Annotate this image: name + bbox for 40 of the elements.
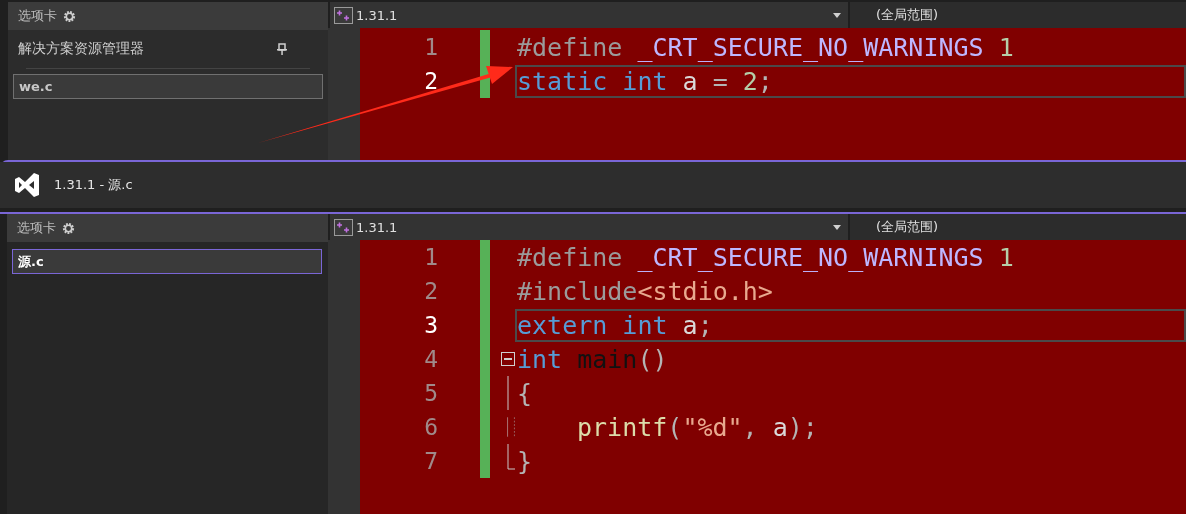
code-line: #define _CRT_SECURE_NO_WARNINGS 1 [517,242,1014,272]
caret-icon [833,224,841,230]
tool-tab[interactable]: 选项卡 [8,2,328,30]
code-line: static int a = 2; [517,66,773,96]
pin-icon[interactable] [277,43,287,55]
line-number: 2 [423,278,438,304]
line-number: 1 [423,244,438,270]
code-line: printf("%d", a); [576,412,818,442]
code-line: extern int a; [517,310,713,340]
line-number: 1 [423,34,438,60]
code-line: #define _CRT_SECURE_NO_WARNINGS 1 [517,32,1014,62]
panel-title: 解决方案资源管理器 [18,40,145,58]
caret-icon [833,12,841,18]
search-field[interactable]: we.c [13,74,323,99]
fold-end-line [507,444,515,470]
line-number: 7 [423,448,438,474]
project-dropdown[interactable]: 1.31.1 [330,2,848,28]
code-line: #include<stdio.h> [517,276,773,306]
project-icon [334,6,353,24]
scope-dropdown[interactable]: (全局范围) [850,2,1186,28]
settings-icon[interactable] [63,9,76,23]
tool-tab-label: 选项卡 [18,7,57,25]
collapse-icon[interactable] [501,352,515,366]
settings-icon[interactable] [62,221,75,235]
tool-tab[interactable]: 选项卡 [7,214,328,242]
tool-tab-label: 选项卡 [17,219,56,237]
app-logo-icon [14,173,40,197]
line-number: 5 [423,380,438,406]
window-title: 1.31.1 - 源.c [54,176,133,194]
project-icon [334,218,353,236]
line-number: 6 [423,414,438,440]
code-line: } [517,446,533,476]
search-field[interactable]: 源.c [12,249,322,274]
line-number: 4 [423,346,438,372]
code-line: { [517,378,533,408]
line-number: 2 [423,68,438,94]
project-dropdown[interactable]: 1.31.1 [330,214,848,240]
line-number: 3 [423,312,438,338]
code-line: int main() [517,344,668,374]
scope-dropdown[interactable]: (全局范围) [850,214,1186,240]
